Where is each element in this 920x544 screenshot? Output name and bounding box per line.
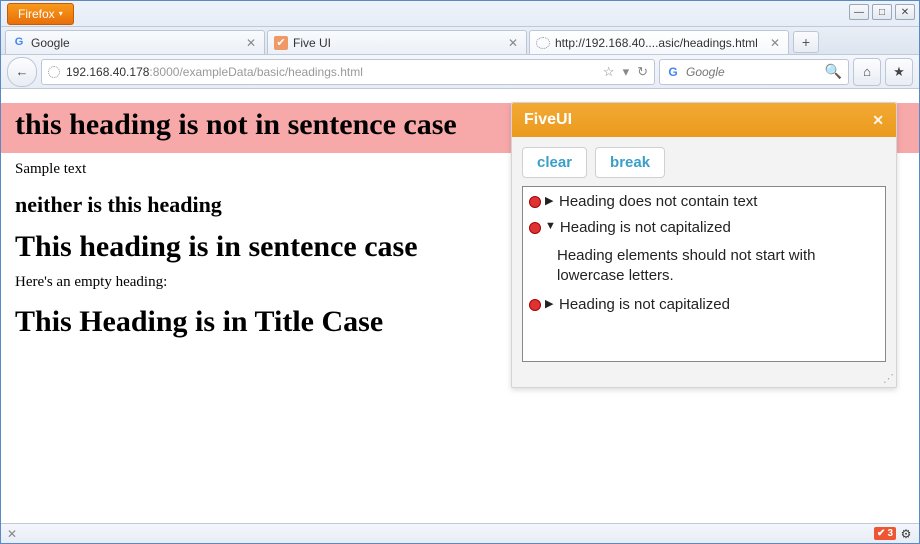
statusbar-close-icon[interactable]: ✕ <box>7 527 17 541</box>
close-tab-icon[interactable]: ✕ <box>506 36 520 50</box>
severity-icon <box>529 299 541 311</box>
issue-item[interactable]: ▶ Heading does not contain text <box>527 189 881 215</box>
maximize-button[interactable]: □ <box>872 4 892 20</box>
issue-item[interactable]: ▶ Heading is not capitalized <box>527 292 881 318</box>
close-window-button[interactable]: ✕ <box>895 4 915 20</box>
status-bar: ✕ ✔ 3 ⚙ <box>1 523 919 543</box>
issue-message: Heading does not contain text <box>559 192 879 212</box>
severity-icon <box>529 196 541 208</box>
menu-bar: Firefox ▾ — □ ✕ <box>1 1 919 27</box>
firefox-menu-label: Firefox <box>18 7 55 21</box>
resize-grip-icon[interactable]: ⋰ <box>512 372 896 387</box>
new-tab-button[interactable]: + <box>793 31 819 53</box>
fiveui-panel: FiveUI ✕ clear break ▶ Heading does not … <box>511 102 897 388</box>
badge-count: 3 <box>887 528 893 539</box>
identity-icon <box>48 66 60 78</box>
search-go-icon[interactable]: 🔍 <box>825 63 842 80</box>
fiveui-toolbar: clear break <box>512 137 896 186</box>
bookmarks-button[interactable]: ★ <box>885 58 913 86</box>
tab-label: http://192.168.40....asic/headings.html <box>555 36 758 50</box>
gear-icon[interactable]: ⚙ <box>899 527 913 541</box>
collapse-arrow-icon[interactable]: ▼ <box>545 220 556 232</box>
close-panel-icon[interactable]: ✕ <box>872 112 884 129</box>
expand-arrow-icon[interactable]: ▶ <box>545 194 555 207</box>
dropdown-icon: ▾ <box>59 9 63 18</box>
issue-item[interactable]: ▼ Heading is not capitalized <box>527 215 881 241</box>
issue-message: Heading is not capitalized <box>559 295 879 315</box>
url-text: 192.168.40.178:8000/exampleData/basic/he… <box>66 65 597 79</box>
google-favicon-icon: G <box>12 36 26 50</box>
back-button[interactable]: ← <box>7 57 37 87</box>
addon-tray: ✔ 3 ⚙ <box>874 527 913 541</box>
firefox-menu-button[interactable]: Firefox ▾ <box>7 3 74 25</box>
tab-label: Google <box>31 36 70 50</box>
bookmark-star-icon[interactable]: ☆ <box>603 64 615 80</box>
tab-label: Five UI <box>293 36 331 50</box>
minimize-button[interactable]: — <box>849 4 869 20</box>
close-tab-icon[interactable]: ✕ <box>768 36 782 50</box>
fiveui-addon-badge[interactable]: ✔ 3 <box>874 527 896 540</box>
search-engine-icon[interactable]: G <box>666 65 680 79</box>
close-tab-icon[interactable]: ✕ <box>244 36 258 50</box>
issue-message: Heading is not capitalized <box>560 218 879 238</box>
tab-fiveui[interactable]: ✔ Five UI ✕ <box>267 30 527 54</box>
history-dropdown-icon[interactable]: ▾ <box>623 64 630 80</box>
check-icon: ✔ <box>877 528 885 539</box>
fiveui-issue-list[interactable]: ▶ Heading does not contain text ▼ Headin… <box>522 186 886 362</box>
tab-headings[interactable]: http://192.168.40....asic/headings.html … <box>529 30 789 54</box>
tab-google[interactable]: G Google ✕ <box>5 30 265 54</box>
tab-strip: G Google ✕ ✔ Five UI ✕ http://192.168.40… <box>1 27 919 55</box>
url-actions: ☆ ▾ ↻ <box>603 64 648 80</box>
fiveui-favicon-icon: ✔ <box>274 36 288 50</box>
url-bar[interactable]: 192.168.40.178:8000/exampleData/basic/he… <box>41 59 655 85</box>
search-bar[interactable]: G Google 🔍 <box>659 59 849 85</box>
window-controls: — □ ✕ <box>849 4 915 20</box>
expand-arrow-icon[interactable]: ▶ <box>545 297 555 310</box>
fiveui-header[interactable]: FiveUI ✕ <box>512 103 896 137</box>
fiveui-title: FiveUI <box>524 111 572 129</box>
home-button[interactable]: ⌂ <box>853 58 881 86</box>
break-button[interactable]: break <box>595 147 665 178</box>
issue-detail: Heading elements should not start with l… <box>527 242 881 293</box>
page-favicon-icon <box>536 37 550 49</box>
nav-bar: ← 192.168.40.178:8000/exampleData/basic/… <box>1 55 919 89</box>
search-placeholder: Google <box>686 65 725 79</box>
severity-icon <box>529 222 541 234</box>
clear-button[interactable]: clear <box>522 147 587 178</box>
reload-icon[interactable]: ↻ <box>637 64 648 80</box>
